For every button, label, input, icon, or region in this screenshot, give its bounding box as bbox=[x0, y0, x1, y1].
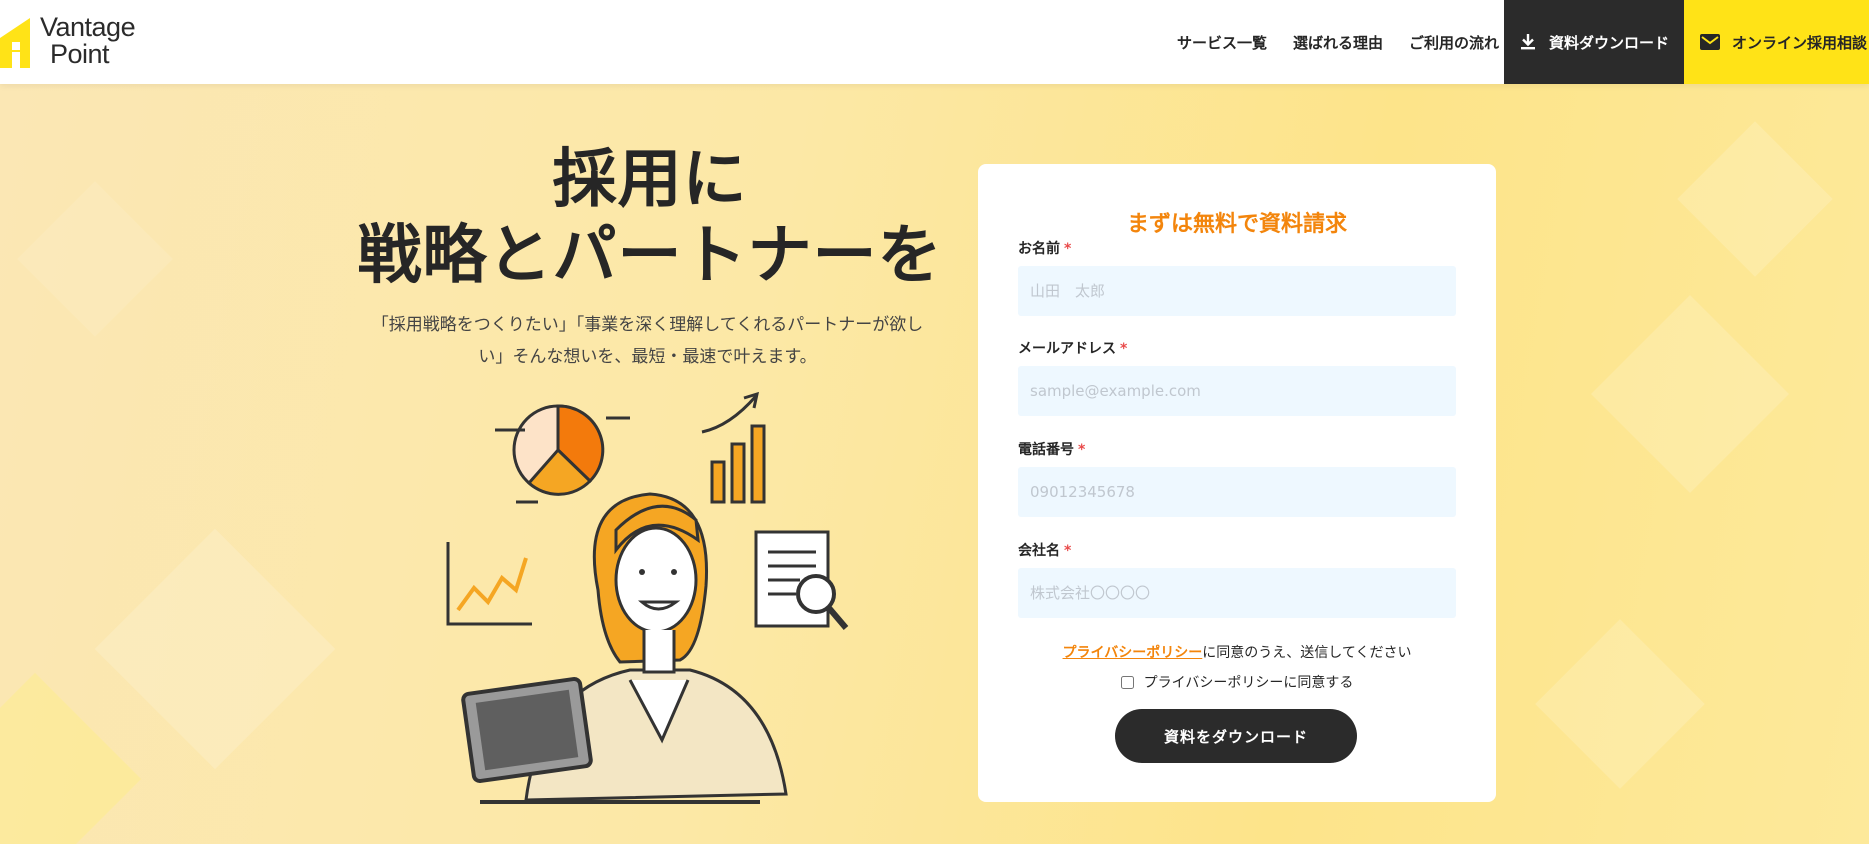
pie-chart-icon bbox=[495, 404, 630, 504]
form-title: まずは無料で資料請求 bbox=[1126, 212, 1347, 237]
required-mark: * bbox=[1064, 543, 1072, 559]
company-field-group: 会社名 * bbox=[1018, 540, 1456, 618]
email-input[interactable] bbox=[1018, 366, 1456, 416]
agree-row: プライバシーポリシーに同意する bbox=[978, 672, 1496, 692]
online-consult-button[interactable]: オンライン採用相談 bbox=[1684, 0, 1869, 84]
company-input[interactable] bbox=[1018, 568, 1456, 618]
bg-diamond bbox=[1535, 619, 1705, 789]
tablet-icon bbox=[461, 676, 593, 784]
privacy-note-text: に同意のうえ、送信してください bbox=[1202, 645, 1412, 661]
submit-button[interactable]: 資料をダウンロード bbox=[1115, 709, 1357, 763]
bg-diamond bbox=[1677, 121, 1833, 277]
site-header: Vantage Point サービス一覧 選ばれる理由 ご利用の流れ 資料ダウン… bbox=[0, 0, 1869, 84]
bg-diamond bbox=[17, 181, 173, 337]
download-button[interactable]: 資料ダウンロード bbox=[1504, 0, 1684, 84]
nav-reasons[interactable]: 選ばれる理由 bbox=[1293, 32, 1383, 53]
email-label: メールアドレス * bbox=[1018, 341, 1128, 357]
hero-lead: 「採用戦略をつくりたい」「事業を深く理解してくれるパートナーが欲しい」そんな想い… bbox=[371, 315, 924, 367]
name-input[interactable] bbox=[1018, 266, 1456, 316]
document-search-icon bbox=[754, 530, 849, 630]
agree-checkbox[interactable] bbox=[1120, 675, 1134, 689]
logo-line1: Vantage bbox=[40, 12, 136, 42]
logo-mark-icon bbox=[0, 18, 30, 68]
privacy-note: プライバシーポリシーに同意のうえ、送信してください bbox=[978, 642, 1496, 662]
nav-services[interactable]: サービス一覧 bbox=[1177, 32, 1267, 53]
download-icon bbox=[1520, 34, 1535, 50]
bg-diamond bbox=[0, 672, 142, 844]
bg-diamond bbox=[94, 528, 336, 770]
mail-icon bbox=[1700, 34, 1720, 50]
request-form-card: まずは無料で資料請求 お名前* メールアドレス* 電話番号* 会社名* プライバ… bbox=[978, 164, 1496, 802]
bar-chart-icon bbox=[701, 391, 766, 504]
logo-line2: Point bbox=[50, 39, 110, 69]
main-nav: サービス一覧 選ばれる理由 ご利用の流れ bbox=[1177, 0, 1499, 84]
phone-label: 電話番号 * bbox=[1018, 442, 1086, 458]
required-mark: * bbox=[1120, 341, 1128, 357]
company-label: 会社名 * bbox=[1018, 543, 1072, 559]
hero-title-line2: 戦略とパートナーを bbox=[357, 219, 943, 293]
required-mark: * bbox=[1064, 241, 1072, 257]
bg-diamond bbox=[1591, 295, 1789, 493]
agree-label: プライバシーポリシーに同意する bbox=[1143, 675, 1354, 691]
required-mark: * bbox=[1078, 442, 1086, 458]
businesswoman-illustration bbox=[446, 391, 849, 804]
phone-field-group: 電話番号 * bbox=[1018, 439, 1456, 517]
line-chart-icon bbox=[446, 542, 532, 626]
online-consult-label: オンライン採用相談 bbox=[1732, 33, 1868, 52]
email-field-group: メールアドレス * bbox=[1018, 338, 1456, 416]
hero-title-line1: 採用に bbox=[552, 143, 748, 217]
privacy-policy-link[interactable]: プライバシーポリシー bbox=[1063, 645, 1203, 661]
hero-title: 採用に 戦略とパートナーを bbox=[300, 142, 1000, 294]
name-field-group: お名前 * bbox=[1018, 238, 1456, 316]
name-label: お名前 * bbox=[1018, 241, 1072, 257]
nav-flow[interactable]: ご利用の流れ bbox=[1409, 32, 1499, 53]
phone-input[interactable] bbox=[1018, 467, 1456, 517]
vantage-point-logo[interactable]: Vantage Point bbox=[0, 14, 150, 70]
download-button-label: 資料ダウンロード bbox=[1548, 33, 1669, 52]
